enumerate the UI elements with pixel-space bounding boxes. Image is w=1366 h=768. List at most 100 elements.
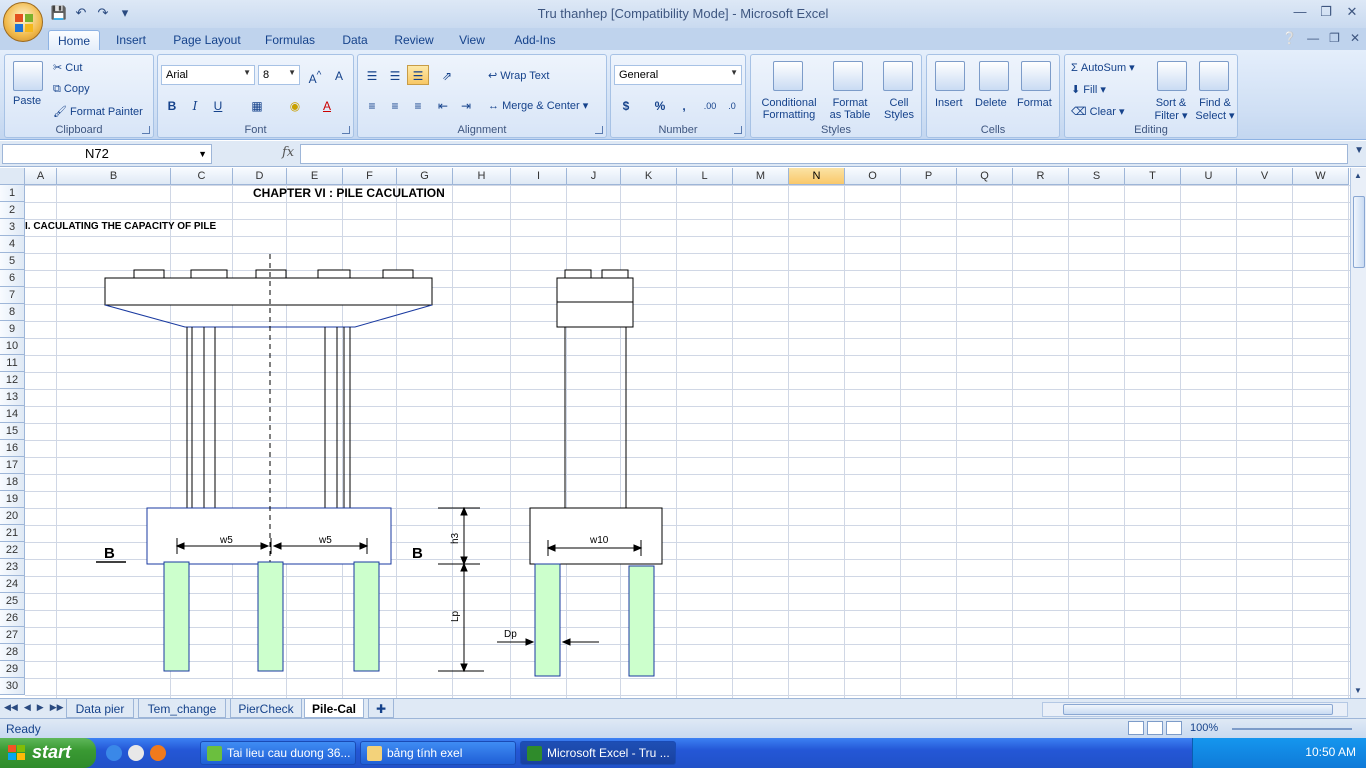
prev-sheet-icon[interactable]: ◀ [24,702,31,713]
column-header-u[interactable]: U [1181,168,1237,185]
borders-icon[interactable]: ▦ [246,95,268,115]
tab-review[interactable]: Review [390,30,438,51]
currency-button[interactable]: $ [615,95,637,115]
align-top-icon[interactable]: ☰ [361,65,383,85]
wb-restore-icon[interactable]: ❐ [1329,31,1340,45]
align-center-icon[interactable]: ≡ [384,95,406,115]
column-header-s[interactable]: S [1069,168,1125,185]
font-name-combo[interactable]: Arial ▼ [161,65,255,85]
wb-close-icon[interactable]: ✕ [1350,31,1360,45]
comma-button[interactable]: , [673,95,695,115]
firefox-icon[interactable] [150,745,166,761]
scroll-up-icon[interactable]: ▲ [1354,171,1362,180]
chrome-icon[interactable] [128,745,144,761]
expand-formula-icon[interactable]: ▼ [1354,145,1364,156]
paste-icon[interactable] [13,61,43,91]
underline-icon[interactable]: U [207,95,229,115]
tab-home[interactable]: Home [48,30,100,51]
tab-formulas[interactable]: Formulas [260,30,320,51]
page-layout-view-icon[interactable] [1147,721,1163,735]
wb-minimize-icon[interactable]: — [1307,31,1319,45]
insert-cells-button[interactable]: Insert [935,97,963,109]
insert-cells-icon[interactable] [935,61,965,91]
close-icon[interactable]: ✕ [1344,4,1360,20]
fill-color-icon[interactable]: ◉ [284,95,306,115]
insert-function-icon[interactable]: fx [282,145,294,160]
page-break-view-icon[interactable] [1166,721,1182,735]
autosum-button[interactable]: Σ AutoSum ▾ [1071,61,1135,74]
tab-page-layout[interactable]: Page Layout [170,30,244,51]
taskbar-item-tai-lieu[interactable]: Tai lieu cau duong 36... [200,741,356,765]
tab-view[interactable]: View [454,30,490,51]
shrink-font-icon[interactable]: A [328,65,350,85]
sheet-tab-data-pier[interactable]: Data pier [66,699,134,718]
format-painter-button[interactable]: 🖌 Format Painter [53,105,143,118]
worksheet-grid[interactable]: ABCDEFGHIJKLMNOPQRSTUVW 1 2 3 4 5 6 7 8 9 10 11 12 1… [0,168,1350,698]
increase-indent-icon[interactable]: ⇥ [455,95,477,115]
formula-input[interactable] [300,144,1348,164]
column-header-n[interactable]: N [789,168,845,185]
copy-button[interactable]: ⧉ Copy [53,83,90,96]
first-sheet-icon[interactable]: ◀◀ [4,702,18,713]
orientation-icon[interactable]: ⇗ [436,65,458,85]
delete-cells-button[interactable]: Delete [975,97,1007,109]
column-header-p[interactable]: P [901,168,957,185]
fill-button[interactable]: ⬇ Fill ▾ [1071,83,1106,96]
font-launcher-icon[interactable] [342,126,350,134]
grow-font-icon[interactable]: A^ [304,65,326,86]
format-cells-icon[interactable] [1021,61,1051,91]
format-as-table-icon[interactable] [833,61,863,91]
wrap-text-button[interactable]: ↩ Wrap Text [488,69,549,82]
column-header-m[interactable]: M [733,168,789,185]
next-sheet-icon[interactable]: ▶ [37,702,44,713]
align-left-icon[interactable]: ≡ [361,95,383,115]
alignment-launcher-icon[interactable] [595,126,603,134]
sheet-tab-tem-change[interactable]: Tem_change [138,699,226,718]
paste-button[interactable]: Paste [13,95,41,107]
zoom-slider[interactable] [1232,728,1352,730]
conditional-formatting-button[interactable]: Conditional Formatting [755,97,823,121]
tab-insert[interactable]: Insert [108,30,154,51]
find-select-button[interactable]: Find & Select ▾ [1193,97,1237,122]
horizontal-scrollbar[interactable] [1042,702,1348,717]
font-color-icon[interactable]: A [316,95,338,115]
sheet-tab-pile-cal[interactable]: Pile-Cal [304,699,364,718]
tab-add-ins[interactable]: Add-Ins [508,30,562,51]
start-button[interactable]: start [0,738,96,768]
column-header-w[interactable]: W [1293,168,1349,185]
delete-cells-icon[interactable] [979,61,1009,91]
insert-sheet-icon[interactable]: ✚ [368,699,394,718]
cell-styles-button[interactable]: Cell Styles [879,97,919,121]
name-box[interactable]: N72 ▼ [2,144,212,164]
column-header-r[interactable]: R [1013,168,1069,185]
ie-icon[interactable] [106,745,122,761]
clipboard-launcher-icon[interactable] [142,126,150,134]
decrease-decimal-icon[interactable]: .0 [721,95,743,115]
find-select-icon[interactable] [1199,61,1229,91]
vertical-scrollbar[interactable]: ▲ ▼ [1350,168,1366,698]
percent-button[interactable]: % [649,95,671,115]
normal-view-icon[interactable] [1128,721,1144,735]
format-cells-button[interactable]: Format [1017,97,1052,109]
align-right-icon[interactable]: ≡ [407,95,429,115]
increase-decimal-icon[interactable]: .00 [699,95,721,115]
zoom-level[interactable]: 100% [1190,722,1218,734]
column-header-q[interactable]: Q [957,168,1013,185]
last-sheet-icon[interactable]: ▶▶ [50,702,64,713]
number-format-combo[interactable]: General ▼ [614,65,742,85]
format-as-table-button[interactable]: Format as Table [825,97,875,121]
column-header-t[interactable]: T [1125,168,1181,185]
taskbar-item-excel[interactable]: Microsoft Excel - Tru ... [520,741,676,765]
sheet-tab-piercheck[interactable]: PierCheck [230,699,302,718]
italic-icon[interactable]: I [184,95,206,115]
column-header-o[interactable]: O [845,168,901,185]
align-bottom-icon[interactable]: ☰ [407,65,429,85]
cell-styles-icon[interactable] [883,61,913,91]
decrease-indent-icon[interactable]: ⇤ [432,95,454,115]
bold-icon[interactable]: B [161,95,183,115]
merge-center-button[interactable]: ↔ Merge & Center ▾ [488,99,588,112]
restore-icon[interactable]: ❐ [1318,4,1334,20]
horizontal-scroll-thumb[interactable] [1063,704,1333,715]
align-middle-icon[interactable]: ☰ [384,65,406,85]
sort-filter-button[interactable]: Sort & Filter ▾ [1151,97,1191,122]
